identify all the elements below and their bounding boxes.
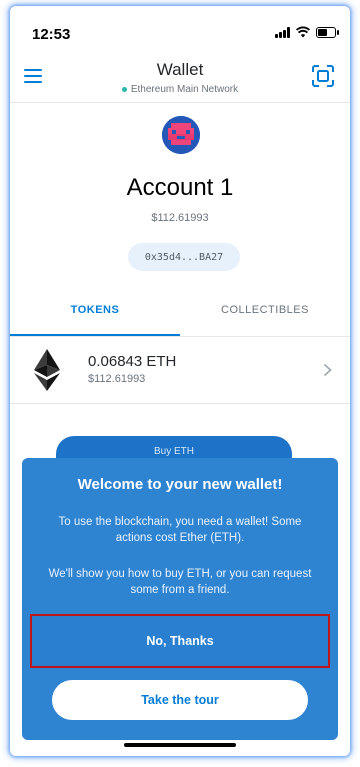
modal-text-wallet: To use the blockchain, you need a wallet… (58, 516, 302, 544)
modal-title: Welcome to your new wallet! (77, 476, 283, 493)
account-balance: $112.61993 (151, 212, 209, 224)
app-screen: 12:53 Wallet Ethereum Main Network Accou… (10, 6, 350, 756)
identicon-icon (162, 116, 200, 154)
account-name[interactable]: Account 1 (10, 174, 350, 202)
token-fiat-value: $112.61993 (88, 373, 146, 385)
network-name: Ethereum Main Network (130, 84, 239, 95)
network-status-dot (121, 86, 127, 92)
take-tour-button[interactable]: Take the tour (52, 680, 308, 720)
status-time: 12:53 (32, 26, 71, 43)
battery-icon (316, 26, 339, 38)
wifi-icon (296, 26, 310, 38)
network-indicator[interactable]: Ethereum Main Network (10, 84, 350, 95)
page-title: Wallet (156, 60, 204, 79)
modal-text-buy: We'll show you how to buy ETH, or you ca… (48, 568, 312, 596)
status-bar: 12:53 (10, 6, 350, 52)
tab-collectibles[interactable]: COLLECTIBLES (180, 296, 350, 334)
token-list-item[interactable]: 0.06843 ETH $112.61993 (10, 337, 350, 404)
status-icons (275, 26, 339, 38)
qr-scan-icon[interactable] (312, 65, 334, 87)
account-address-pill[interactable]: 0x35d4...BA27 (128, 243, 240, 271)
asset-tabs: TOKENS COLLECTIBLES (10, 296, 350, 337)
home-indicator (124, 743, 236, 747)
token-amount: 0.06843 ETH (88, 353, 177, 370)
tab-tokens[interactable]: TOKENS (10, 296, 180, 336)
account-avatar[interactable] (162, 116, 200, 154)
no-thanks-button[interactable]: No, Thanks (30, 614, 330, 668)
chevron-right-icon (323, 363, 332, 377)
signal-icon (275, 26, 290, 38)
welcome-modal: Welcome to your new wallet! To use the b… (22, 458, 338, 740)
ethereum-icon (34, 349, 60, 391)
navigation-bar: Wallet Ethereum Main Network (10, 52, 350, 103)
